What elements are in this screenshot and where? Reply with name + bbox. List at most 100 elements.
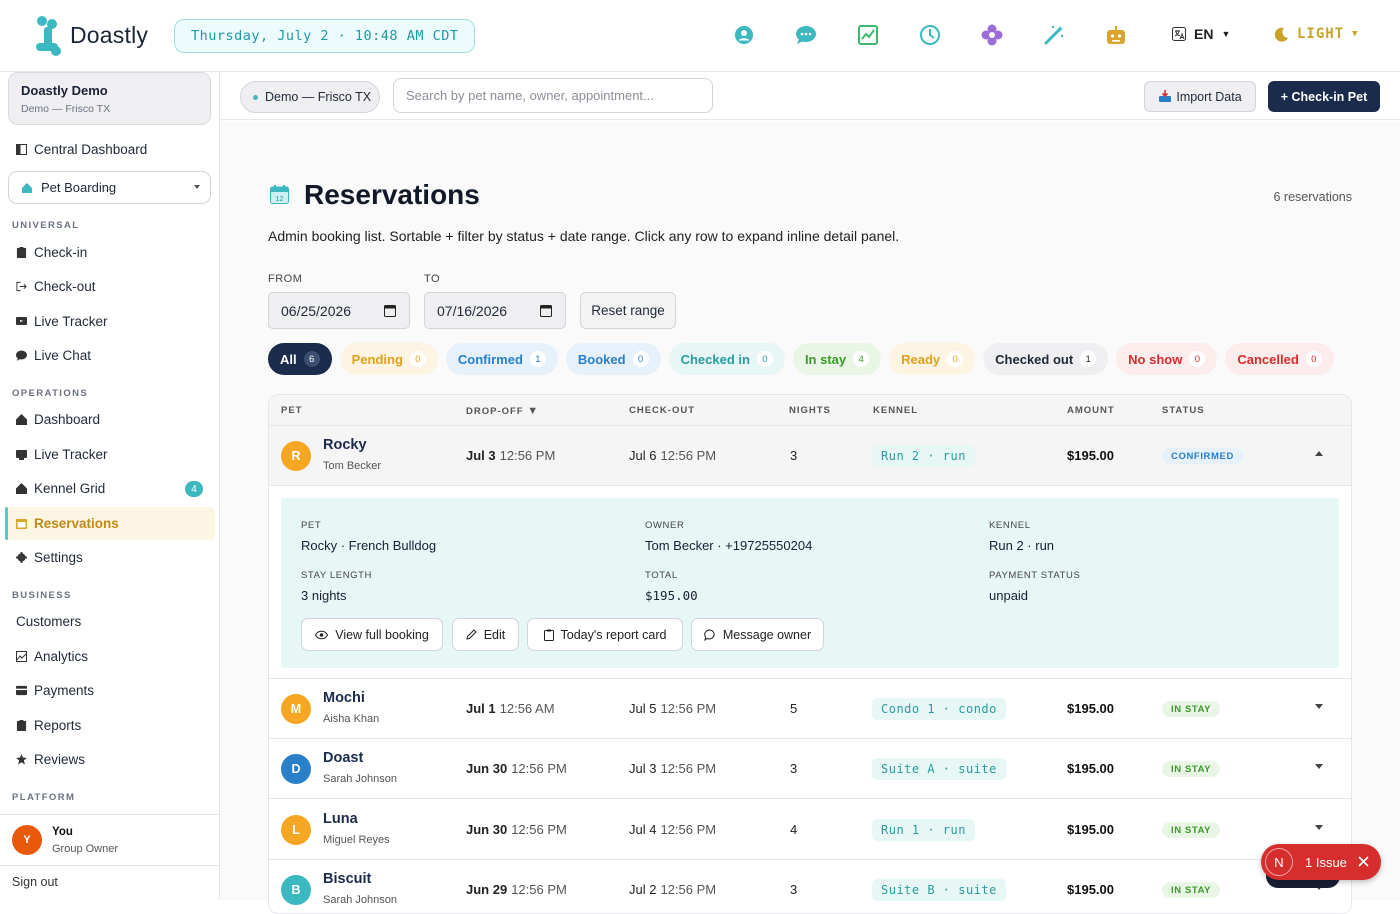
chevron-down-icon[interactable] — [1315, 764, 1323, 769]
detail-payment-label: PAYMENT STATUS — [989, 570, 1081, 581]
dropoff-date: Jul 3 — [466, 448, 496, 463]
column-header-nights[interactable]: NIGHTS — [789, 405, 831, 416]
sidebar-item-live-tracker-universal[interactable]: Live Tracker — [10, 306, 108, 336]
search-input[interactable] — [393, 78, 713, 113]
flower-icon[interactable] — [980, 22, 1004, 48]
column-header-amount[interactable]: AMOUNT — [1067, 405, 1115, 416]
table-row[interactable]: D Doast Sarah Johnson Jun 30 12:56 PM Jul 3 12… — [269, 739, 1351, 799]
filter-chip-checked-out[interactable]: Checked out 1 — [983, 343, 1109, 375]
sidebar-item-live-chat[interactable]: Live Chat — [10, 340, 91, 370]
chat-icon[interactable] — [794, 22, 818, 48]
filter-chip-in-stay[interactable]: In stay 4 — [792, 343, 882, 375]
credit-card-icon — [16, 685, 27, 695]
column-header-pet[interactable]: PET — [281, 405, 302, 416]
status-badge: IN STAY — [1162, 701, 1221, 717]
view-full-booking-button[interactable]: View full booking — [301, 618, 443, 651]
owner-name: Sarah Johnson — [323, 894, 397, 906]
sign-out-link[interactable]: Sign out — [12, 875, 58, 889]
filter-chip-checked-in[interactable]: Checked in 0 — [668, 343, 785, 375]
sidebar-item-analytics[interactable]: Analytics — [10, 641, 88, 671]
sidebar-item-reviews[interactable]: Reviews — [10, 744, 85, 774]
module-select[interactable]: Pet Boarding — [8, 171, 211, 204]
filter-chip-pending[interactable]: Pending 0 — [339, 343, 438, 375]
sidebar-item-payments[interactable]: Payments — [10, 675, 94, 705]
sidebar-item-settings[interactable]: Settings — [10, 542, 83, 572]
pet-name: Rocky — [323, 437, 367, 453]
sidebar-item-dashboard[interactable]: Dashboard — [10, 404, 100, 434]
to-date-input[interactable]: 07/16/2026 — [424, 292, 566, 329]
chart-line-icon[interactable] — [856, 22, 880, 48]
report-card-button[interactable]: Today's report card — [527, 618, 683, 651]
table-row[interactable]: B Biscuit Sarah Johnson Jun 29 12:56 PM Jul 2… — [269, 860, 1351, 913]
checkout-date: Jul 2 — [629, 882, 657, 897]
dropoff-cell: Jul 1 12:56 AM — [466, 701, 555, 716]
column-header-checkout[interactable]: CHECK-OUT — [629, 405, 695, 416]
detail-total-label: TOTAL — [645, 570, 678, 581]
chevron-up-icon[interactable] — [1315, 451, 1323, 456]
filter-chip-count: 0 — [632, 351, 649, 367]
checkout-date: Jul 5 — [629, 701, 657, 716]
detail-owner-value: Tom Becker · +19725550204 — [645, 538, 813, 553]
check-in-pet-button[interactable]: + Check-in Pet — [1268, 81, 1380, 112]
detail-total-value: $195.00 — [645, 588, 698, 603]
checkout-cell: Jul 6 12:56 PM — [629, 448, 716, 463]
edit-button[interactable]: Edit — [452, 618, 519, 651]
message-owner-button[interactable]: Message owner — [691, 618, 824, 651]
sidebar-item-live-tracker[interactable]: Live Tracker — [10, 439, 108, 469]
user-profile[interactable]: Y You Group Owner — [0, 814, 219, 866]
detail-pet-value: Rocky · French Bulldog — [301, 538, 437, 553]
filter-chip-ready[interactable]: Ready 0 — [889, 343, 976, 375]
filter-chip-confirmed[interactable]: Confirmed 1 — [445, 343, 558, 375]
column-header-label: DROP-OFF — [466, 406, 524, 417]
theme-toggle[interactable]: LIGHT ▼ — [1274, 26, 1359, 42]
reset-range-button[interactable]: Reset range — [580, 292, 676, 329]
sidebar-item-central-dashboard[interactable]: Central Dashboard — [10, 134, 147, 164]
column-header-kennel[interactable]: KENNEL — [873, 405, 918, 416]
filter-chip-label: All — [280, 351, 297, 367]
language-selector[interactable]: EN ▼ — [1172, 26, 1230, 42]
filter-chip-booked[interactable]: Booked 0 — [565, 343, 661, 375]
table-row[interactable]: R Rocky Tom Becker Jul 3 12:56 PM Jul 6 12:56 … — [269, 426, 1351, 486]
location-pill[interactable]: Demo — Frisco TX — [240, 81, 380, 113]
column-header-dropoff[interactable]: DROP-OFF ▼ — [466, 405, 539, 417]
filter-chip-count: 0 — [1189, 351, 1206, 367]
calendar-icon[interactable] — [384, 304, 396, 317]
sidebar-item-reservations[interactable]: Reservations — [10, 508, 119, 538]
logo[interactable]: Doastly — [32, 15, 152, 57]
filter-chip-cancelled[interactable]: Cancelled 0 — [1225, 343, 1334, 375]
filter-chip-all[interactable]: All 6 — [268, 343, 332, 375]
from-date-input[interactable]: 06/25/2026 — [268, 292, 410, 329]
magic-wand-icon[interactable] — [1042, 22, 1066, 48]
status-badge: IN STAY — [1162, 822, 1221, 838]
sidebar-item-label: Live Chat — [34, 347, 92, 363]
import-data-button[interactable]: Import Data — [1144, 81, 1256, 112]
clock-icon[interactable] — [918, 22, 942, 48]
clipboard-icon — [16, 246, 27, 258]
filter-chip-label: Checked out — [995, 351, 1074, 367]
table-row[interactable]: M Mochi Aisha Khan Jul 1 12:56 AM Jul 5 12:56 … — [269, 679, 1351, 739]
home-icon — [16, 482, 27, 494]
language-label: EN — [1194, 26, 1214, 42]
filter-chip-label: No show — [1128, 351, 1183, 367]
filter-chip-no-show[interactable]: No show 0 — [1116, 343, 1218, 375]
kennel-grid-badge: 4 — [185, 481, 203, 497]
table-row[interactable]: L Luna Miguel Reyes Jun 30 12:56 PM Jul 4 12:5… — [269, 800, 1351, 860]
issues-toast[interactable]: N 1 Issue — [1261, 844, 1381, 880]
chevron-down-icon[interactable] — [1315, 825, 1323, 830]
sidebar-item-customers[interactable]: Customers — [10, 606, 81, 636]
sidebar-item-reports[interactable]: Reports — [10, 710, 81, 740]
calendar-icon[interactable] — [540, 304, 552, 317]
org-switcher[interactable]: Doastly Demo Demo — Frisco TX — [8, 72, 211, 125]
robot-icon[interactable] — [1104, 22, 1128, 48]
sidebar-item-check-out[interactable]: Check-out — [10, 271, 96, 301]
filter-chip-count: 0 — [756, 351, 773, 367]
close-icon[interactable] — [1358, 856, 1369, 867]
sidebar-item-kennel-grid[interactable]: Kennel Grid — [10, 473, 105, 503]
top-bar: Doastly Thursday, July 2 · 10:48 AM CDT … — [0, 0, 1400, 72]
sidebar-item-check-in[interactable]: Check-in — [10, 237, 87, 267]
chevron-down-icon[interactable] — [1315, 704, 1323, 709]
users-circle-icon[interactable] — [732, 22, 756, 48]
section-business: BUSINESS — [12, 590, 72, 601]
dropoff-date: Jun 30 — [466, 822, 508, 837]
column-header-status[interactable]: STATUS — [1162, 405, 1205, 416]
